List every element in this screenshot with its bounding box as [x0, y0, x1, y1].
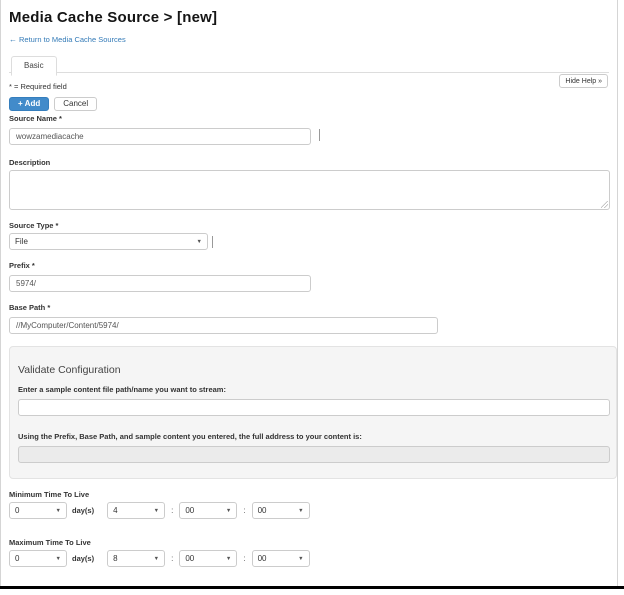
max-ttl-minutes-value: 00 — [185, 554, 194, 563]
description-textarea[interactable] — [9, 170, 610, 210]
chevron-down-icon: ▼ — [197, 239, 202, 245]
base-path-label: Base Path * — [9, 303, 609, 312]
full-address-output — [18, 446, 610, 463]
validate-configuration-panel: Validate Configuration Enter a sample co… — [9, 346, 617, 479]
chevron-down-icon: ▼ — [154, 556, 159, 562]
help-divider — [212, 236, 213, 248]
chevron-down-icon: ▼ — [56, 556, 61, 562]
chevron-down-icon: ▼ — [56, 508, 61, 514]
min-ttl-hours-value: 4 — [113, 506, 117, 515]
full-address-label: Using the Prefix, Base Path, and sample … — [18, 432, 608, 441]
tab-bar: Basic — [9, 54, 609, 73]
plus-icon: + — [18, 100, 23, 108]
min-ttl-days-suffix: day(s) — [72, 506, 94, 515]
time-separator: : — [243, 506, 245, 515]
min-ttl-label: Minimum Time To Live — [9, 490, 609, 499]
max-ttl-minutes-select[interactable]: 00 ▼ — [179, 550, 237, 567]
source-type-label: Source Type * — [9, 221, 609, 230]
sample-content-label: Enter a sample content file path/name yo… — [18, 385, 608, 394]
back-to-sources-link[interactable]: ←Return to Media Cache Sources — [9, 35, 126, 44]
source-type-select[interactable]: File ▼ — [9, 233, 208, 250]
min-ttl-hours-select[interactable]: 4 ▼ — [107, 502, 165, 519]
min-ttl-minutes-select[interactable]: 00 ▼ — [179, 502, 237, 519]
max-ttl-days-suffix: day(s) — [72, 554, 94, 563]
min-ttl-minutes-value: 00 — [185, 506, 194, 515]
chevron-down-icon: ▼ — [298, 556, 303, 562]
time-separator: : — [243, 554, 245, 563]
required-field-note: * = Required field — [9, 82, 609, 91]
min-ttl-row: 0 ▼ day(s) 4 ▼ : 00 ▼ : 00 ▼ — [9, 502, 609, 519]
hide-help-button[interactable]: Hide Help » — [559, 74, 608, 88]
max-ttl-days-value: 0 — [15, 554, 19, 563]
max-ttl-seconds-value: 00 — [258, 554, 267, 563]
chevron-down-icon: ▼ — [154, 508, 159, 514]
max-ttl-seconds-select[interactable]: 00 ▼ — [252, 550, 310, 567]
prefix-input[interactable] — [9, 275, 311, 292]
validate-configuration-heading: Validate Configuration — [18, 364, 608, 376]
window-bottom-border — [0, 586, 624, 589]
chevron-down-icon: ▼ — [226, 556, 231, 562]
sample-content-input[interactable] — [18, 399, 610, 416]
max-ttl-hours-value: 8 — [113, 554, 117, 563]
max-ttl-label: Maximum Time To Live — [9, 538, 609, 547]
back-link-label: Return to Media Cache Sources — [19, 35, 126, 44]
prefix-label: Prefix * — [9, 261, 609, 270]
min-ttl-days-select[interactable]: 0 ▼ — [9, 502, 67, 519]
source-name-label: Source Name * — [9, 114, 609, 123]
tab-basic[interactable]: Basic — [11, 56, 57, 76]
chevron-down-icon: ▼ — [298, 508, 303, 514]
time-separator: : — [171, 554, 173, 563]
top-action-bar: +Add Cancel — [9, 97, 609, 111]
max-ttl-days-select[interactable]: 0 ▼ — [9, 550, 67, 567]
base-path-input[interactable] — [9, 317, 438, 334]
add-button-label: Add — [25, 100, 41, 108]
min-ttl-days-value: 0 — [15, 506, 19, 515]
min-ttl-seconds-value: 00 — [258, 506, 267, 515]
page-title: Media Cache Source > [new] — [9, 9, 609, 26]
max-ttl-hours-select[interactable]: 8 ▼ — [107, 550, 165, 567]
help-divider — [319, 129, 320, 141]
left-arrow-icon: ← — [9, 35, 17, 44]
page-container: Media Cache Source > [new] ←Return to Me… — [0, 0, 618, 586]
resize-handle-icon[interactable] — [601, 201, 608, 208]
description-label: Description — [9, 158, 609, 167]
max-ttl-row: 0 ▼ day(s) 8 ▼ : 00 ▼ : 00 ▼ — [9, 550, 609, 567]
source-name-input[interactable] — [9, 128, 311, 145]
min-ttl-seconds-select[interactable]: 00 ▼ — [252, 502, 310, 519]
add-button-top[interactable]: +Add — [9, 97, 49, 111]
time-separator: : — [171, 506, 173, 515]
source-type-value: File — [15, 237, 28, 246]
cancel-button-top[interactable]: Cancel — [54, 97, 97, 111]
chevron-down-icon: ▼ — [226, 508, 231, 514]
